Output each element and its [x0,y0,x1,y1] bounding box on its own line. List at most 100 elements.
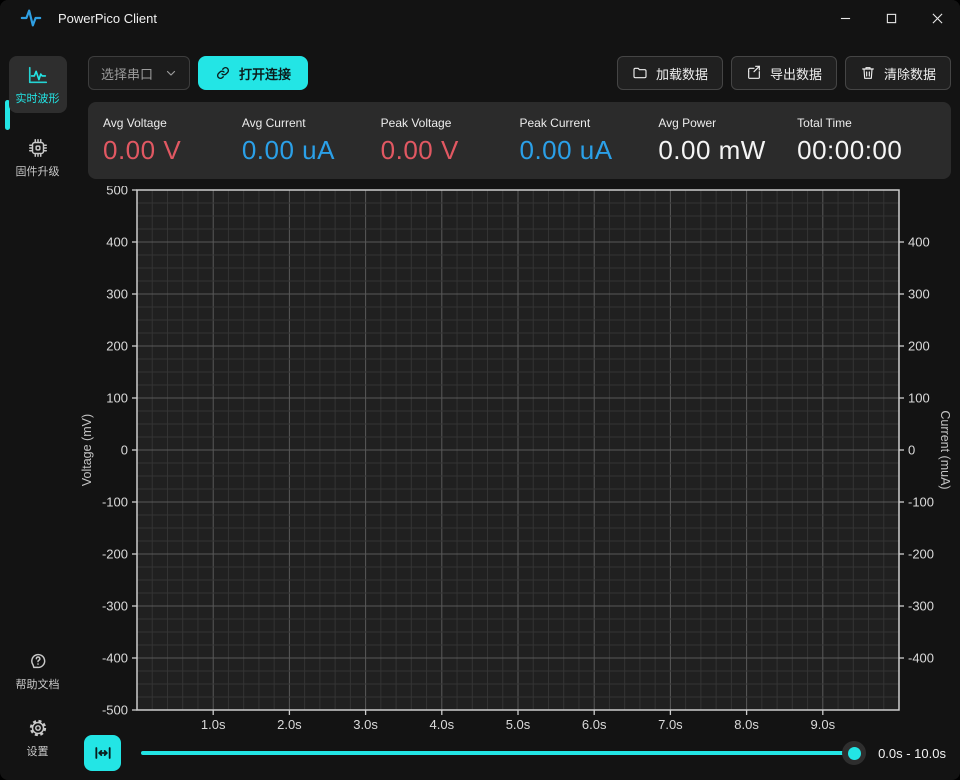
svg-text:-300: -300 [908,599,934,614]
sidebar-item-realtime-waveform[interactable]: 实时波形 [8,56,67,113]
link-icon [217,66,230,80]
app-window: PowerPico Client 实时波形 固件升级 帮助文档 设置 选择串口 … [0,0,960,780]
stat-total-time: Total Time 00:00:00 [797,116,936,166]
sidebar-bottom: 帮助文档 设置 [9,642,67,780]
slider-track[interactable] [141,751,857,755]
svg-text:400: 400 [106,235,128,250]
stat-value: 0.00 V [380,134,459,165]
svg-text:200: 200 [908,339,930,354]
stat-value: 0.00 mW [658,134,766,165]
clear-data-button[interactable]: 清除数据 [844,56,951,90]
svg-text:-100: -100 [908,495,934,510]
stat-label: Peak Current [519,115,591,130]
load-data-button[interactable]: 加载数据 [616,56,723,90]
svg-text:1.0s: 1.0s [201,717,226,731]
fit-view-button[interactable] [84,735,121,771]
stat-value: 0.00 V [103,134,182,165]
serial-port-select-label: 选择串口 [101,66,154,82]
main-content: 选择串口 打开连接 加载数据 导出数据 清除数据 Avg Voltage 0.0… [75,36,960,780]
svg-text:100: 100 [908,391,930,406]
stat-label: Avg Power [658,115,717,130]
stat-peak-voltage: Peak Voltage 0.00 V [381,116,520,166]
svg-text:7.0s: 7.0s [658,717,683,731]
svg-text:5.0s: 5.0s [506,717,531,731]
export-data-label: 导出数据 [769,66,822,82]
minimize-icon [840,17,850,19]
y-axis-label-right: Current (muA) [938,410,952,489]
svg-text:400: 400 [908,235,930,250]
svg-text:8.0s: 8.0s [734,717,759,731]
stat-label: Avg Voltage [103,115,167,130]
chevron-down-icon [166,70,176,76]
window-title: PowerPico Client [58,10,157,26]
toolbar-right-group: 加载数据 导出数据 清除数据 [616,56,951,90]
svg-text:-400: -400 [102,651,128,666]
svg-text:-200: -200 [908,547,934,562]
stat-label: Total Time [797,115,852,130]
svg-text:0: 0 [121,443,128,458]
trash-icon [862,67,874,79]
slider-thumb[interactable] [842,741,867,765]
gear-icon [27,717,49,739]
serial-port-select[interactable]: 选择串口 [88,56,191,90]
close-icon [932,13,942,23]
svg-text:100: 100 [106,391,128,406]
sidebar-item-label: 设置 [26,746,49,758]
svg-text:-500: -500 [102,703,128,718]
time-range-slider[interactable] [141,740,867,766]
sidebar: 实时波形 固件升级 帮助文档 设置 [0,36,75,780]
svg-text:-300: -300 [102,599,128,614]
stat-label: Peak Voltage [380,115,452,130]
stat-value: 0.00 uA [241,134,335,165]
minimize-button[interactable] [822,0,868,36]
app-logo-waveform-icon [20,7,42,29]
time-range-label: 0.0s - 10.0s [878,745,946,761]
svg-text:-100: -100 [102,495,128,510]
waveform-icon [27,64,49,86]
stat-avg-voltage: Avg Voltage 0.00 V [103,116,242,166]
svg-text:-400: -400 [908,651,934,666]
svg-text:6.0s: 6.0s [582,717,607,731]
fit-width-icon [94,747,111,759]
sidebar-item-help-docs[interactable]: 帮助文档 [9,642,67,699]
help-icon [27,650,49,672]
sidebar-item-label: 实时波形 [15,93,60,105]
svg-text:4.0s: 4.0s [430,717,455,731]
close-button[interactable] [914,0,960,36]
sidebar-item-firmware-upgrade[interactable]: 固件升级 [9,129,67,186]
toolbar: 选择串口 打开连接 加载数据 导出数据 清除数据 [88,56,951,90]
svg-text:500: 500 [106,186,128,198]
svg-text:0: 0 [908,443,915,458]
stats-panel: Avg Voltage 0.00 V Avg Current 0.00 uA P… [88,102,951,179]
stat-avg-power: Avg Power 0.00 mW [658,116,797,166]
sidebar-item-label: 帮助文档 [15,679,60,691]
stat-peak-current: Peak Current 0.00 uA [519,116,658,166]
export-data-button[interactable]: 导出数据 [730,56,837,90]
folder-icon [633,67,647,79]
maximize-button[interactable] [868,0,914,36]
sidebar-item-settings[interactable]: 设置 [9,709,67,766]
maximize-icon [886,13,896,23]
svg-text:2.0s: 2.0s [277,717,302,731]
waveform-chart-area: 500 400 300 200 100 0 -100 -200 -300 -400 -500 400 3… [75,186,960,731]
chip-icon [27,137,49,159]
svg-text:300: 300 [106,287,128,302]
svg-text:200: 200 [106,339,128,354]
svg-text:3.0s: 3.0s [353,717,378,731]
titlebar: PowerPico Client [0,0,960,36]
load-data-label: 加载数据 [655,66,708,82]
bottom-bar: 0.0s - 10.0s [75,731,960,775]
open-connection-button[interactable]: 打开连接 [198,56,309,90]
stat-label: Avg Current [241,115,306,130]
stat-value: 0.00 uA [519,134,613,165]
stat-value: 00:00:00 [797,134,903,165]
svg-text:300: 300 [908,287,930,302]
svg-text:-200: -200 [102,547,128,562]
clear-data-label: 清除数据 [883,66,936,82]
window-controls [822,0,960,36]
stat-avg-current: Avg Current 0.00 uA [242,116,381,166]
svg-text:9.0s: 9.0s [811,717,836,731]
waveform-plot[interactable]: 500 400 300 200 100 0 -100 -200 -300 -400 -500 400 3… [75,186,960,731]
sidebar-item-label: 固件升级 [15,166,60,178]
y-axis-label-left: Voltage (mV) [80,414,94,486]
